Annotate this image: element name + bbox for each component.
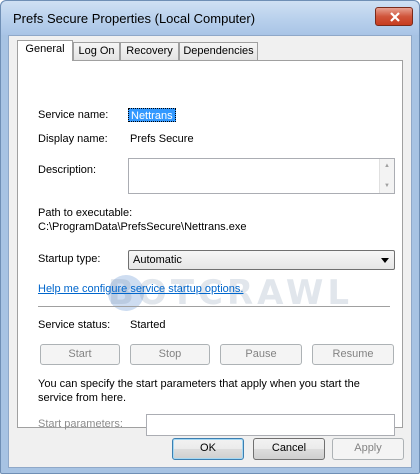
section-divider <box>38 306 390 307</box>
window-title: Prefs Secure Properties (Local Computer) <box>13 11 256 26</box>
start-button-label: Start <box>68 348 92 360</box>
start-button[interactable]: Start <box>40 344 120 365</box>
apply-button-label: Apply <box>354 442 382 454</box>
ok-button[interactable]: OK <box>172 438 244 460</box>
general-tab-panel: Service name: Nettrans Display name: Pre… <box>17 60 403 436</box>
ok-button-label: OK <box>200 442 216 454</box>
tab-general[interactable]: General <box>17 40 73 61</box>
display-name-label: Display name: <box>38 133 108 145</box>
path-value: C:\ProgramData\PrefsSecure\Nettrans.exe <box>38 221 247 233</box>
tab-log-on[interactable]: Log On <box>73 42 120 60</box>
pause-button[interactable]: Pause <box>220 344 302 365</box>
properties-window: Prefs Secure Properties (Local Computer)… <box>0 0 420 474</box>
help-startup-link[interactable]: Help me configure service startup option… <box>38 283 243 295</box>
tab-dependencies[interactable]: Dependencies <box>179 42 258 60</box>
description-field[interactable]: ▲ ▼ <box>128 158 395 194</box>
description-scrollbar[interactable]: ▲ ▼ <box>379 159 394 193</box>
cancel-button-label: Cancel <box>271 442 307 454</box>
service-status-label: Service status: <box>38 319 111 331</box>
tab-log-on-label: Log On <box>78 45 115 57</box>
path-label: Path to executable: <box>38 207 133 219</box>
tab-dependencies-label: Dependencies <box>183 45 254 57</box>
service-name-label: Service name: <box>38 109 109 121</box>
dialog-client-area: General Log On Recovery Dependencies Ser… <box>8 35 412 468</box>
startup-type-value: Automatic <box>133 254 182 266</box>
description-label: Description: <box>38 164 97 176</box>
apply-button[interactable]: Apply <box>332 438 404 460</box>
start-params-input[interactable] <box>146 414 395 436</box>
service-name-value[interactable]: Nettrans <box>128 108 176 122</box>
stop-button[interactable]: Stop <box>130 344 210 365</box>
scroll-up-icon[interactable]: ▲ <box>384 163 390 169</box>
startup-type-select[interactable]: Automatic <box>128 250 395 270</box>
close-button[interactable] <box>375 7 413 26</box>
pause-button-label: Pause <box>245 348 277 360</box>
chevron-down-icon <box>381 258 389 263</box>
scroll-down-icon[interactable]: ▼ <box>384 183 390 189</box>
tab-general-label: General <box>25 43 65 55</box>
start-params-note: You can specify the start parameters tha… <box>38 378 360 404</box>
cancel-button[interactable]: Cancel <box>253 438 325 460</box>
close-icon <box>390 12 400 22</box>
tab-recovery-label: Recovery <box>126 45 173 57</box>
start-params-label: Start parameters: <box>38 418 123 430</box>
tab-recovery[interactable]: Recovery <box>120 42 179 60</box>
service-status-value: Started <box>130 319 166 331</box>
resume-button[interactable]: Resume <box>312 344 394 365</box>
stop-button-label: Stop <box>158 348 182 360</box>
startup-type-label: Startup type: <box>38 253 101 265</box>
resume-button-label: Resume <box>332 348 374 360</box>
display-name-value[interactable]: Prefs Secure <box>130 133 194 145</box>
title-bar[interactable]: Prefs Secure Properties (Local Computer) <box>1 1 419 35</box>
